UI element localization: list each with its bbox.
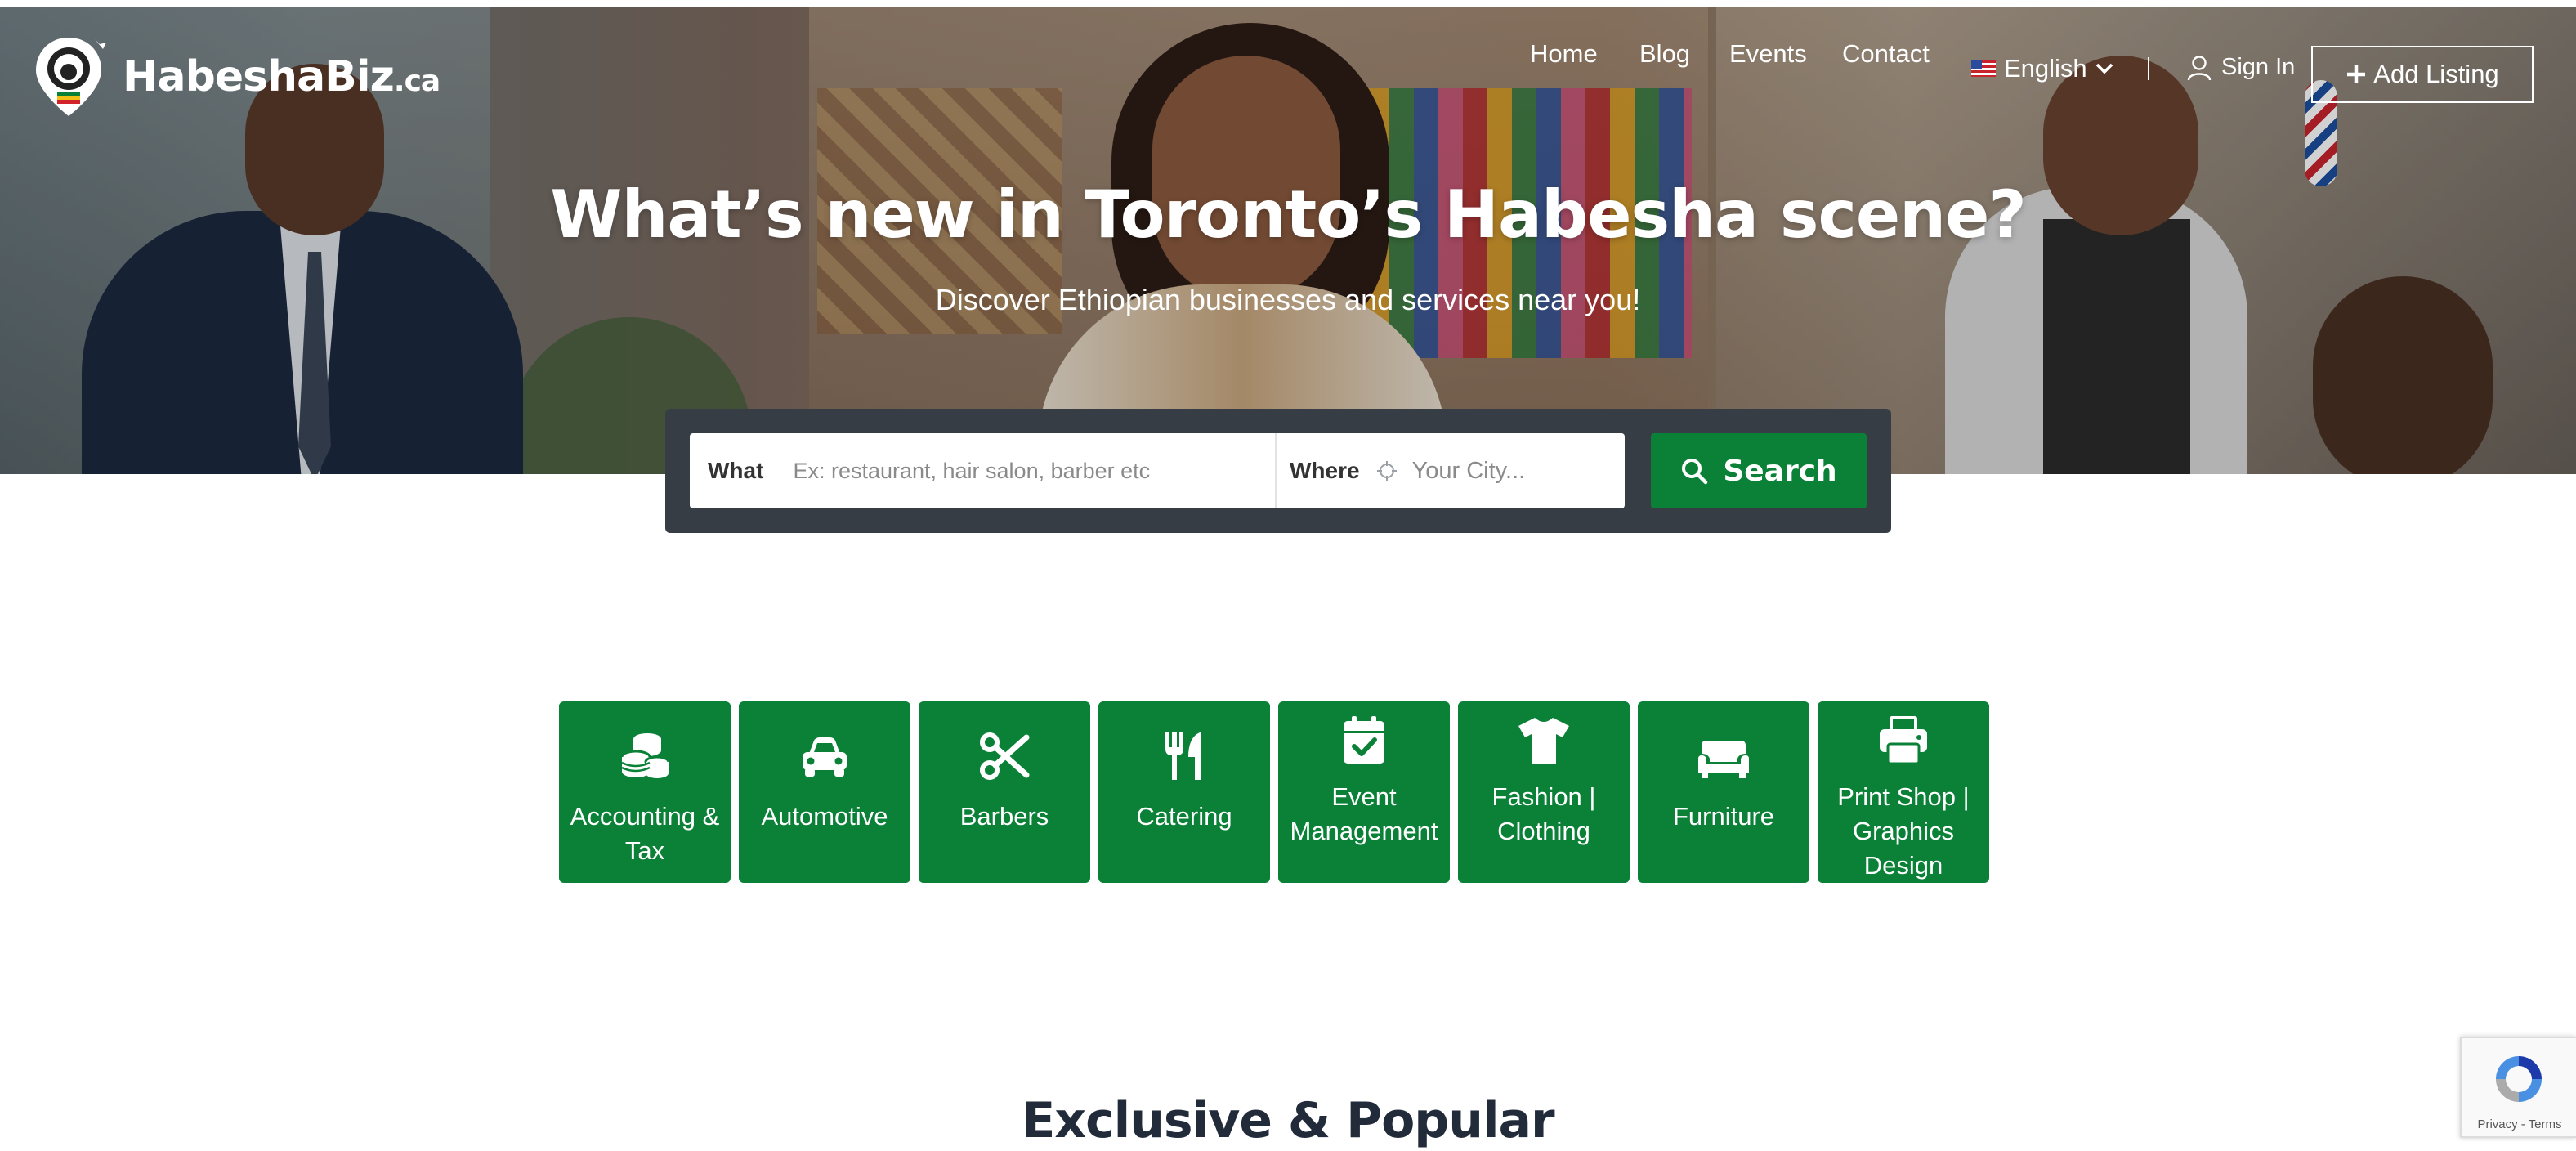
nav-separator bbox=[2148, 57, 2149, 80]
calendar-check-icon bbox=[1344, 716, 1384, 764]
category-print-shop-graphics-design[interactable]: Print Shop | Graphics Design bbox=[1818, 701, 1989, 883]
category-catering[interactable]: Catering bbox=[1098, 701, 1270, 883]
search-button-label: Search bbox=[1723, 454, 1837, 488]
category-grid: Accounting & Tax Automotive Barbers Cate… bbox=[559, 701, 1989, 883]
tshirt-icon bbox=[1518, 718, 1569, 764]
category-automotive[interactable]: Automotive bbox=[739, 701, 910, 883]
sign-in-link[interactable]: Sign In bbox=[2187, 54, 2295, 81]
language-label: English bbox=[2004, 54, 2087, 83]
couch-icon bbox=[1698, 741, 1749, 778]
us-flag-icon bbox=[1971, 60, 1996, 77]
what-field[interactable]: What Ex: restaurant, hair salon, barber … bbox=[690, 433, 1277, 508]
hero-title: What’s new in Toronto’s Habesha scene? bbox=[550, 177, 2027, 253]
sign-in-label: Sign In bbox=[2221, 54, 2296, 80]
brand-name-text: HabeshaBiz bbox=[123, 52, 395, 101]
where-input[interactable]: Your City... bbox=[1412, 458, 1526, 485]
section-title: Exclusive & Popular bbox=[1022, 1092, 1554, 1149]
utensils-icon bbox=[1165, 732, 1201, 780]
category-label: Accounting & Tax bbox=[570, 802, 720, 865]
scissors-icon bbox=[980, 732, 1030, 780]
brand-logo[interactable]: HabeshaBiz.ca bbox=[33, 34, 441, 119]
nav-contact[interactable]: Contact bbox=[1842, 39, 1930, 69]
recaptcha-badge[interactable]: Privacy - Terms bbox=[2460, 1037, 2576, 1138]
add-listing-button[interactable]: Add Listing bbox=[2311, 46, 2534, 103]
category-label: Automotive bbox=[761, 802, 888, 831]
lion-pin-icon bbox=[36, 38, 106, 116]
what-input[interactable]: Ex: restaurant, hair salon, barber etc bbox=[793, 459, 1150, 484]
plus-icon bbox=[2347, 65, 2366, 83]
category-label: Event Management bbox=[1290, 782, 1438, 845]
recaptcha-icon bbox=[2496, 1056, 2542, 1102]
search-bar: What Ex: restaurant, hair salon, barber … bbox=[665, 409, 1891, 533]
search-button[interactable]: Search bbox=[1651, 433, 1867, 508]
language-selector[interactable]: English bbox=[1971, 54, 2113, 83]
add-listing-label: Add Listing bbox=[2373, 60, 2499, 88]
category-event-management[interactable]: Event Management bbox=[1278, 701, 1450, 883]
what-label: What bbox=[708, 458, 764, 483]
nav-events[interactable]: Events bbox=[1729, 39, 1807, 69]
category-label: Furniture bbox=[1672, 802, 1775, 831]
category-label: Barbers bbox=[959, 802, 1049, 831]
printer-icon bbox=[1880, 716, 1927, 765]
car-icon bbox=[803, 737, 847, 777]
category-label: Catering bbox=[1136, 802, 1232, 831]
locate-crosshair-icon[interactable] bbox=[1376, 460, 1398, 481]
brand-name: HabeshaBiz.ca bbox=[123, 52, 441, 101]
where-label: Where bbox=[1290, 458, 1360, 483]
search-icon bbox=[1682, 459, 1708, 485]
hero-subtitle: Discover Ethiopian businesses and servic… bbox=[935, 283, 1641, 316]
nav-blog[interactable]: Blog bbox=[1639, 39, 1690, 69]
recaptcha-terms[interactable]: Privacy - Terms bbox=[2462, 1117, 2576, 1131]
chevron-down-icon bbox=[2095, 63, 2113, 74]
coins-icon bbox=[620, 733, 670, 778]
category-label: Fashion | Clothing bbox=[1491, 782, 1596, 845]
user-icon bbox=[2187, 55, 2212, 80]
category-barbers[interactable]: Barbers bbox=[919, 701, 1090, 883]
where-field[interactable]: Where Your City... bbox=[1277, 433, 1625, 508]
nav-home[interactable]: Home bbox=[1530, 39, 1598, 69]
category-label: Print Shop | Graphics Design bbox=[1837, 782, 1970, 880]
category-fashion-clothing[interactable]: Fashion | Clothing bbox=[1458, 701, 1630, 883]
category-furniture[interactable]: Furniture bbox=[1638, 701, 1809, 883]
category-accounting-tax[interactable]: Accounting & Tax bbox=[559, 701, 731, 883]
search-fields: What Ex: restaurant, hair salon, barber … bbox=[690, 433, 1625, 508]
brand-tld: .ca bbox=[393, 65, 441, 98]
